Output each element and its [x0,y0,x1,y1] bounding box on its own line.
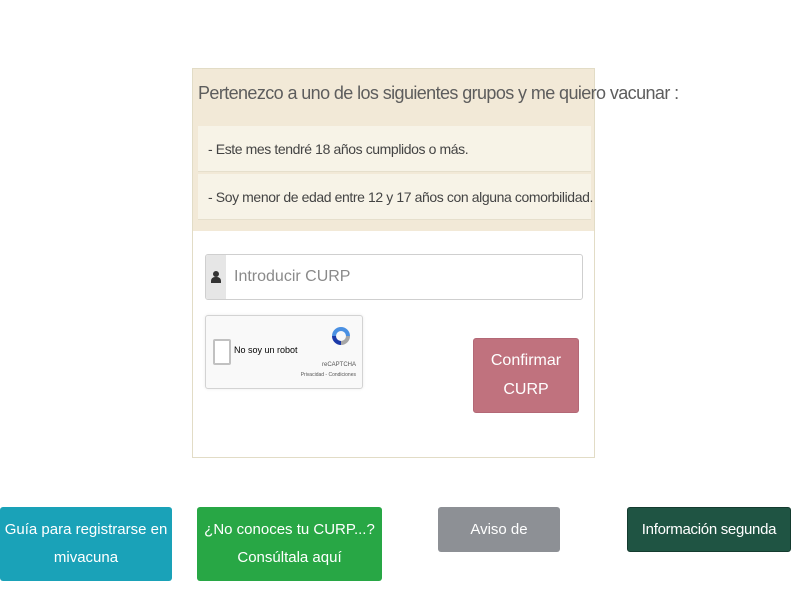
guide-button-line2: mivacuna [53,549,119,566]
recaptcha-label: No soy un robot [234,345,298,355]
registration-guide-button[interactable]: Guía para registrarse en mivacuna [0,507,172,581]
recaptcha-links[interactable]: Privacidad - Condiciones [301,372,356,378]
recaptcha-widget: No soy un robot reCAPTCHA Privacidad - C… [205,315,363,389]
recaptcha-checkbox[interactable] [213,339,231,365]
group-option-18-plus: - Este mes tendré 18 años cumplidos o má… [198,126,591,172]
vaccination-registration-panel: Pertenezco a uno de los siguientes grupo… [192,68,679,458]
curp-lookup-line2: Consúltala aquí [237,549,342,566]
confirm-button-line1: Confirmar [490,352,562,369]
confirm-curp-button[interactable]: Confirmar CURP [473,338,579,413]
group-option-minor-comorbidity: - Soy menor de edad entre 12 y 17 años c… [198,174,593,220]
curp-icon-addon [206,255,226,299]
guide-button-line1: Guía para registrarse en [4,521,168,538]
panel-title: Pertenezco a uno de los siguientes grupo… [198,83,679,103]
curp-lookup-button[interactable]: ¿No conoces tu CURP...? Consúltala aquí [197,507,382,581]
groups-header: Pertenezco a uno de los siguientes grupo… [193,69,679,231]
recaptcha-logo-icon [332,327,350,345]
user-icon [211,271,221,283]
recaptcha-brand: reCAPTCHA [321,362,356,368]
curp-input[interactable] [234,255,574,299]
privacy-notice-button[interactable]: Aviso de Privacidad [438,507,560,583]
curp-lookup-line1: ¿No conoces tu CURP...? [204,521,375,538]
privacy-button-label: Aviso de Privacidad [463,521,535,583]
page: Pertenezco a uno de los siguientes grupo… [0,0,800,600]
confirm-button-line2: CURP [503,381,549,398]
second-dose-info-button[interactable]: Información segunda dosis [627,507,791,581]
curp-field [205,254,583,300]
second-dose-button-label: Información segunda dosis [641,521,777,581]
